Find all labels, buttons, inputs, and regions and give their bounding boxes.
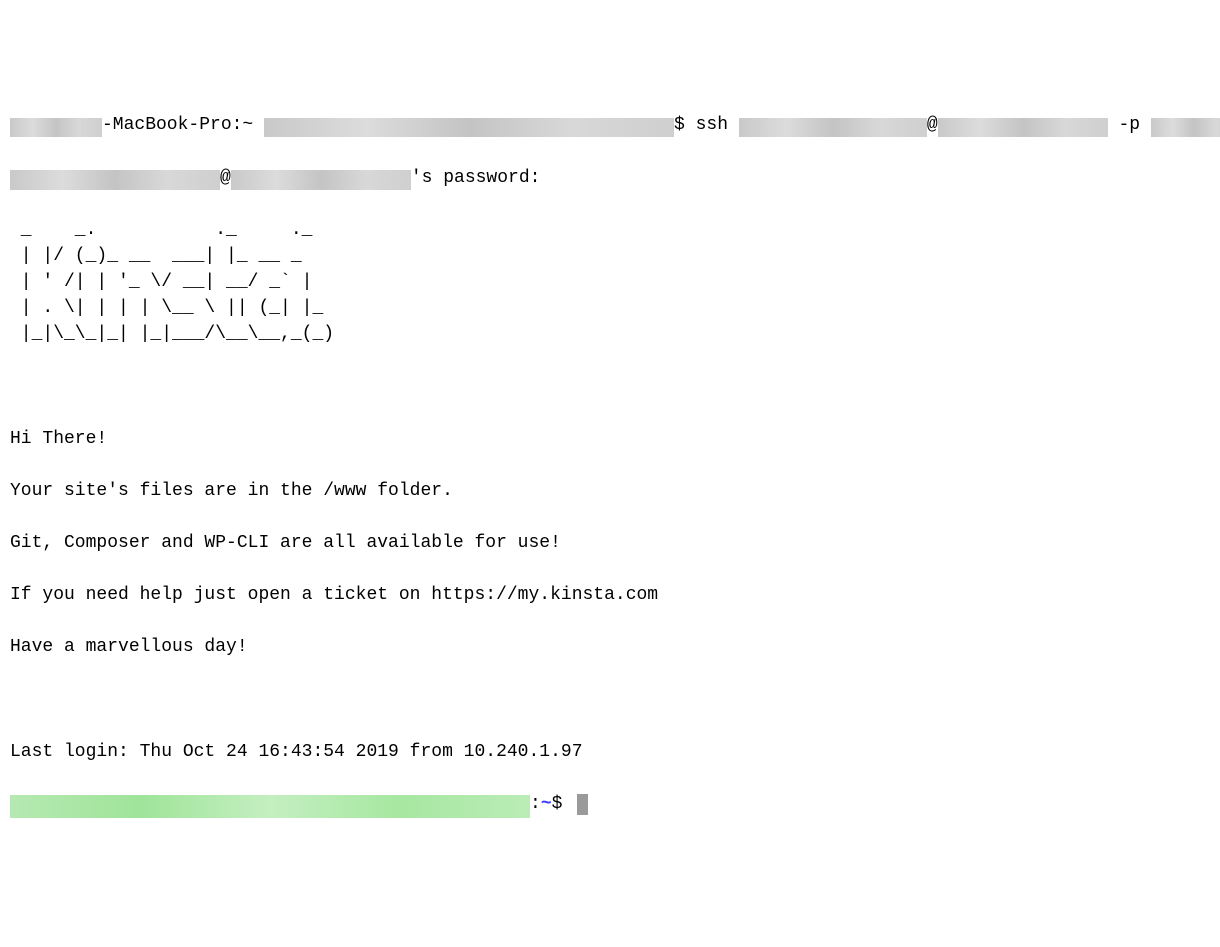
motd-bye: Have a marvellous day! <box>10 634 1210 660</box>
blank-line-1 <box>10 373 1210 399</box>
at-symbol: @ <box>927 115 938 135</box>
kinsta-ascii-art: _ _. ._ ._ | |/ (_)_ __ ___| |_ __ _ | '… <box>10 217 1210 347</box>
at-symbol-2: @ <box>220 168 231 188</box>
password-prompt-text[interactable]: 's password: <box>411 168 541 188</box>
ssh-port-flag: -p <box>1108 115 1151 135</box>
remote-prompt-tilde: ~ <box>541 794 552 814</box>
motd-files: Your site's files are in the /www folder… <box>10 478 1210 504</box>
motd-help: If you need help just open a ticket on h… <box>10 582 1210 608</box>
terminal-cursor[interactable] <box>577 794 588 815</box>
redacted-local-user <box>10 118 102 138</box>
motd-hi: Hi There! <box>10 426 1210 452</box>
last-login-line: Last login: Thu Oct 24 16:43:54 2019 fro… <box>10 739 1210 765</box>
motd-tools: Git, Composer and WP-CLI are all availab… <box>10 530 1210 556</box>
password-prompt-line: @ 's password: <box>10 165 1210 191</box>
remote-prompt-line[interactable]: :~$ <box>10 791 1210 817</box>
redacted-ssh-user <box>739 118 927 138</box>
redacted-ssh-port <box>1151 118 1220 138</box>
remote-prompt-colon: : <box>530 794 541 814</box>
blank-line-2 <box>10 686 1210 712</box>
local-host-suffix: -MacBook-Pro:~ <box>102 115 264 135</box>
redacted-remote-prompt <box>10 795 530 818</box>
redacted-local-path <box>264 118 674 138</box>
remote-prompt-dollar: $ <box>552 794 574 814</box>
ssh-command-prefix[interactable]: $ ssh <box>674 115 739 135</box>
redacted-remote-user <box>10 170 220 190</box>
redacted-remote-host <box>231 170 411 190</box>
redacted-ssh-host <box>938 118 1108 138</box>
local-prompt-line: -MacBook-Pro:~ $ ssh @ -p <box>10 112 1210 138</box>
